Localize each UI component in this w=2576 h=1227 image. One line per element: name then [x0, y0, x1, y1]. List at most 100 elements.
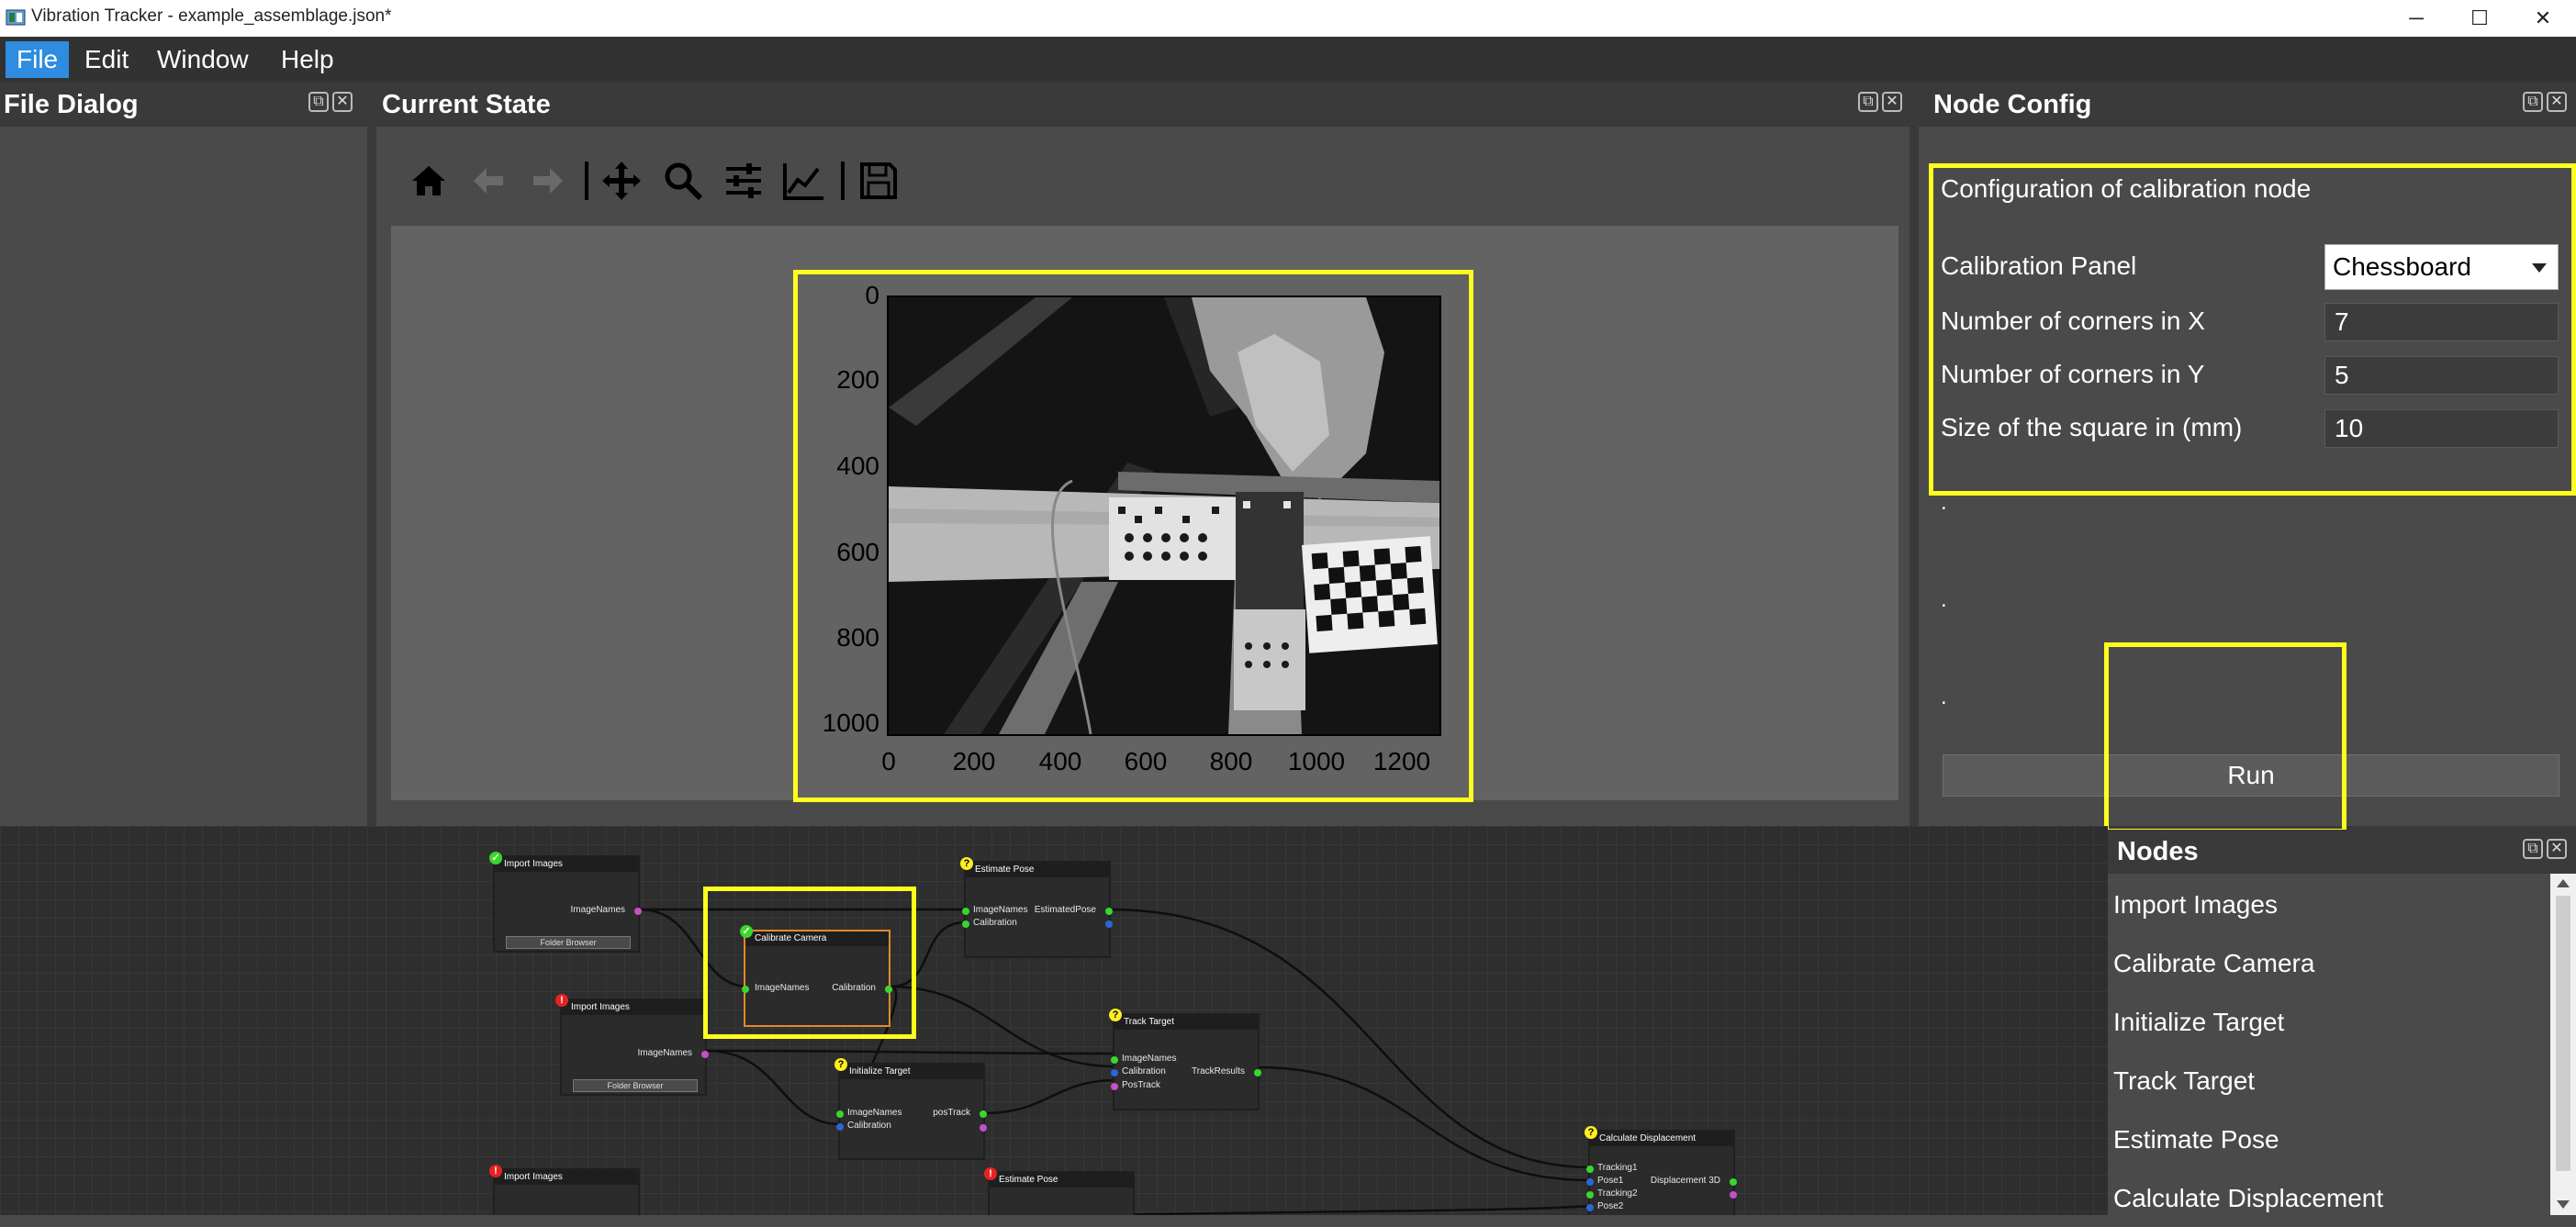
node-list-item[interactable]: Initialize Target — [2113, 1008, 2284, 1037]
pan-icon[interactable] — [597, 158, 646, 204]
output-port[interactable] — [1730, 1191, 1737, 1199]
minimize-button[interactable]: ─ — [2383, 0, 2449, 37]
float-icon[interactable]: ⧉ — [2523, 839, 2543, 859]
graph-highlight-box — [703, 887, 916, 1039]
save-icon[interactable] — [854, 158, 903, 204]
port-label: EstimatedPose — [1034, 905, 1096, 915]
scroll-down-icon[interactable] — [2557, 1200, 2570, 1209]
input-port[interactable] — [1111, 1069, 1118, 1076]
float-icon[interactable]: ⧉ — [308, 92, 329, 112]
input-port[interactable] — [1586, 1166, 1594, 1173]
output-port[interactable] — [980, 1124, 987, 1132]
y-tick: 400 — [836, 452, 879, 480]
node-list-item[interactable]: Import Images — [2113, 890, 2278, 920]
status-bar — [0, 1215, 2576, 1227]
square-size-input[interactable]: 10 — [2324, 409, 2559, 448]
output-port[interactable] — [1730, 1178, 1737, 1186]
node-config-controls: ⧉ ✕ — [2523, 92, 2569, 117]
calibration-panel-value: Chessboard — [2333, 252, 2471, 281]
status-pending-icon: ? — [1109, 1009, 1122, 1021]
spacer-dot: . — [1941, 490, 1947, 515]
y-tick: 200 — [836, 365, 879, 394]
folder-browser-button[interactable]: Folder Browser — [506, 936, 631, 949]
menu-file[interactable]: File — [6, 41, 70, 78]
node-initialize-target[interactable]: Initialize Target ImageNames Calibration… — [836, 1063, 987, 1160]
node-list-item[interactable]: Calculate Displacement — [2113, 1184, 2383, 1213]
node-list-item[interactable]: Estimate Pose — [2113, 1125, 2279, 1154]
menu-help[interactable]: Help — [270, 41, 345, 78]
port-label: ImageNames — [847, 1108, 902, 1118]
port-label: Tracking2 — [1597, 1188, 1638, 1199]
node-estimate-pose-1[interactable]: Estimate Pose ImageNames Calibration Est… — [962, 861, 1113, 958]
scroll-up-icon[interactable] — [2557, 879, 2570, 887]
output-port[interactable] — [701, 1051, 709, 1058]
port-label: posTrack — [933, 1108, 970, 1118]
output-port[interactable] — [634, 908, 642, 915]
folder-browser-button[interactable]: Folder Browser — [573, 1079, 698, 1092]
output-port[interactable] — [1254, 1069, 1261, 1076]
float-icon[interactable]: ⧉ — [2523, 92, 2543, 112]
input-port[interactable] — [836, 1123, 844, 1131]
input-port[interactable] — [1586, 1178, 1594, 1186]
calibration-panel-select[interactable]: Chessboard — [2324, 244, 2559, 290]
input-port[interactable] — [1111, 1056, 1118, 1064]
current-state-title: Current State — [382, 90, 551, 119]
node-track-target[interactable]: Track Target ImageNames Calibration PosT… — [1111, 1013, 1261, 1110]
node-title: Calculate Displacement — [1590, 1132, 1733, 1146]
input-port[interactable] — [1111, 1083, 1118, 1090]
close-icon[interactable]: ✕ — [2547, 92, 2567, 112]
input-port[interactable] — [1586, 1191, 1594, 1199]
input-port[interactable] — [836, 1110, 844, 1118]
scrollbar-thumb[interactable] — [2556, 896, 2570, 1171]
nodes-scrollbar[interactable] — [2550, 874, 2576, 1215]
node-list-item[interactable]: Track Target — [2113, 1066, 2255, 1096]
menu-bar: File Edit Window Help — [0, 37, 2576, 83]
output-port[interactable] — [1105, 908, 1113, 915]
port-label: Calibration — [973, 918, 1017, 928]
menu-window[interactable]: Window — [146, 41, 260, 78]
edit-axis-icon[interactable] — [779, 158, 829, 204]
output-port[interactable] — [1105, 920, 1113, 928]
close-icon[interactable]: ✕ — [1882, 92, 1902, 112]
home-icon[interactable] — [404, 158, 454, 204]
run-highlight-box — [2104, 642, 2346, 833]
corners-x-input[interactable]: 7 — [2324, 303, 2559, 341]
file-dialog-body — [0, 127, 367, 826]
toolbar-separator — [585, 162, 588, 200]
file-dialog-title: File Dialog — [4, 90, 139, 119]
menu-edit[interactable]: Edit — [73, 41, 140, 78]
node-title: Estimate Pose — [990, 1173, 1133, 1188]
node-title: Import Images — [562, 1000, 705, 1015]
nodes-list — [2108, 874, 2550, 1215]
close-button[interactable]: ✕ — [2510, 0, 2576, 37]
chevron-down-icon — [2532, 263, 2547, 273]
close-icon[interactable]: ✕ — [2547, 839, 2567, 859]
input-port[interactable] — [962, 908, 969, 915]
zoom-icon[interactable] — [658, 158, 708, 204]
forward-arrow-icon[interactable] — [523, 158, 573, 204]
output-port[interactable] — [980, 1110, 987, 1118]
maximize-button[interactable]: ☐ — [2447, 0, 2513, 37]
corners-x-label: Number of corners in X — [1941, 307, 2205, 335]
corners-y-input[interactable]: 5 — [2324, 356, 2559, 395]
input-port[interactable] — [1586, 1204, 1594, 1211]
back-arrow-icon[interactable] — [464, 158, 513, 204]
node-calculate-displacement[interactable]: Calculate Displacement Tracking1 Pose1 T… — [1586, 1130, 1737, 1227]
port-label: TrackResults — [1192, 1066, 1245, 1076]
status-pending-icon: ? — [1585, 1126, 1597, 1139]
node-list-item[interactable]: Calibrate Camera — [2113, 949, 2314, 978]
status-pending-icon: ? — [834, 1058, 847, 1071]
status-error-icon: ! — [555, 994, 568, 1007]
status-pending-icon: ? — [960, 857, 973, 870]
float-icon[interactable]: ⧉ — [1858, 92, 1878, 112]
square-size-label: Size of the square in (mm) — [1941, 413, 2243, 441]
node-import-images-2[interactable]: Import Images ImageNames Folder Browser — [560, 998, 709, 1096]
close-icon[interactable]: ✕ — [332, 92, 353, 112]
node-import-images-1[interactable]: Import Images ImageNames Folder Browser — [493, 855, 642, 953]
port-label: Calibration — [1122, 1066, 1166, 1076]
x-tick: 600 — [1124, 747, 1168, 775]
x-tick: 1000 — [1287, 747, 1346, 775]
configure-subplots-icon[interactable] — [719, 158, 768, 204]
input-port[interactable] — [962, 920, 969, 928]
port-label: Pose2 — [1597, 1201, 1624, 1211]
